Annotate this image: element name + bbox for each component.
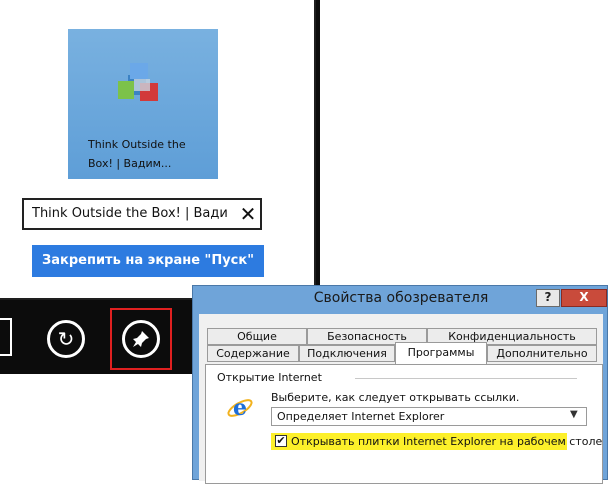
tab-content[interactable]: Содержание [207, 345, 299, 362]
pin-to-start-button[interactable]: Закрепить на экране "Пуск" [32, 245, 264, 277]
internet-options-dialog: Свойства обозревателя ? X Общие Безопасн… [192, 285, 608, 484]
dialog-client-area: Общие Безопасность Конфиденциальность Со… [199, 314, 603, 484]
tile-name-value: Think Outside the Box! | Вади [32, 206, 228, 221]
group-divider [355, 378, 577, 379]
pushpin-icon [133, 331, 149, 347]
tab-advanced[interactable]: Дополнительно [487, 345, 597, 362]
open-links-prompt: Выберите, как следует открывать ссылки. [271, 391, 520, 404]
internet-explorer-icon: e [227, 395, 253, 421]
refresh-icon[interactable]: ↻ [47, 320, 85, 358]
close-button[interactable]: X [561, 289, 607, 307]
appbar-partial-button[interactable] [0, 318, 12, 356]
tab-programs[interactable]: Программы [395, 342, 487, 365]
pin-flyout: Think Outside the Box! | Вадим... Think … [0, 0, 316, 300]
group-label: Открытие Internet [217, 371, 322, 384]
tab-general[interactable]: Общие [207, 328, 307, 345]
clear-icon[interactable]: ✕ [236, 201, 260, 227]
tab-connections[interactable]: Подключения [299, 345, 395, 362]
tile-caption: Think Outside the Box! | Вадим... [88, 138, 186, 170]
default-browser-select[interactable]: Определяет Internet Explorer ▼ [271, 407, 587, 426]
help-button[interactable]: ? [536, 289, 560, 307]
tile-name-input[interactable]: Think Outside the Box! | Вади ✕ [22, 198, 262, 230]
svg-text:e: e [233, 395, 247, 421]
pin-icon[interactable] [122, 320, 160, 358]
default-browser-select-value: Определяет Internet Explorer [277, 410, 445, 423]
open-tiles-desktop-label: Открывать плитки Internet Explorer на ра… [291, 435, 603, 448]
open-tiles-desktop-checkbox[interactable]: ✔ [275, 435, 287, 447]
site-logo-icon [118, 63, 158, 101]
chevron-down-icon: ▼ [570, 409, 578, 420]
